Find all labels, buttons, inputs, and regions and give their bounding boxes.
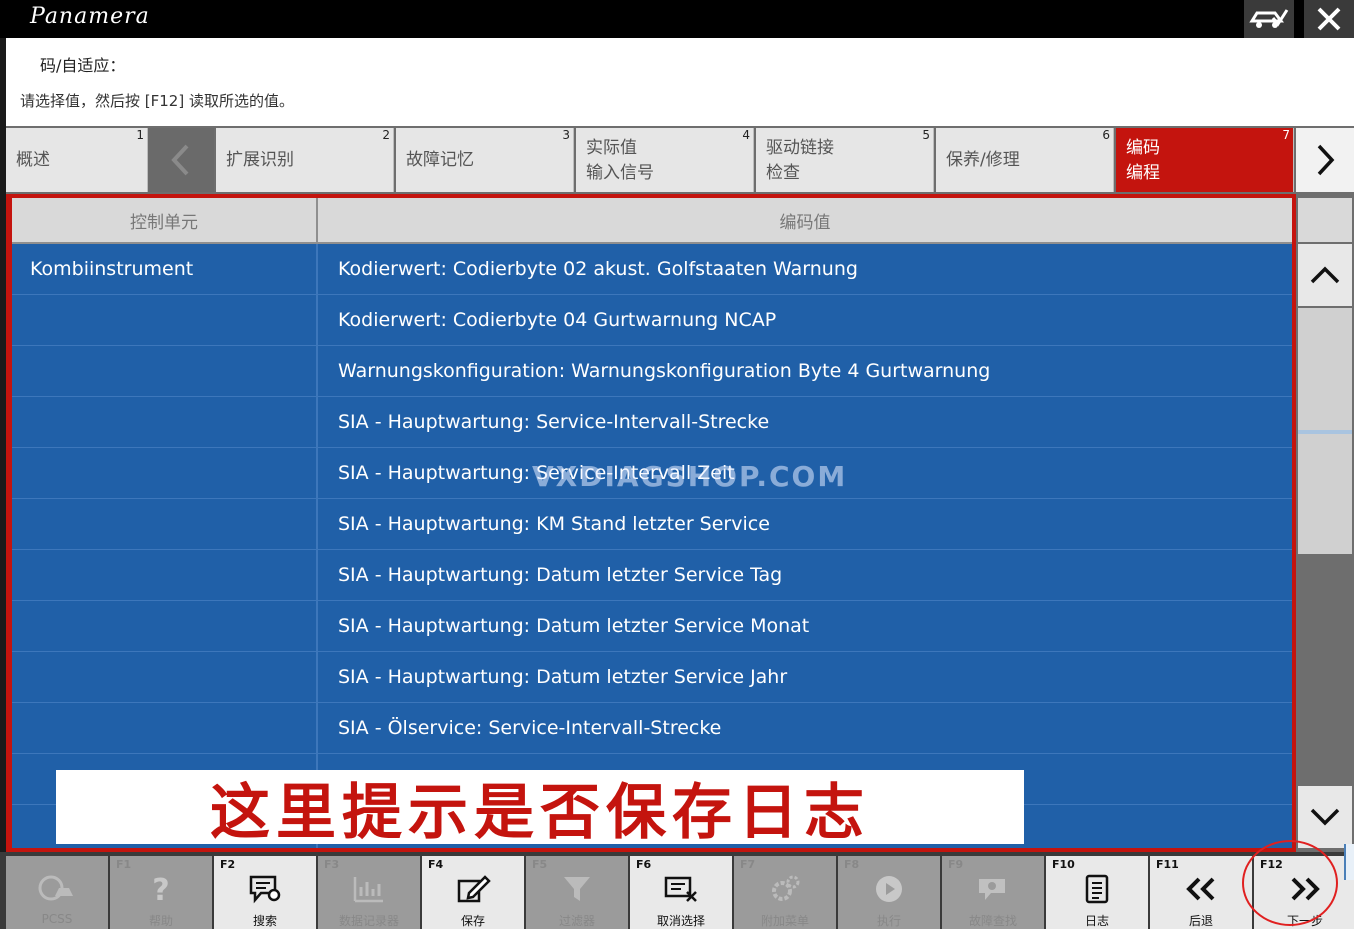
cell-coding-value: SIA - Hauptwartung: KM Stand letzter Ser… bbox=[338, 513, 770, 535]
side-panel-tab[interactable] bbox=[1344, 844, 1354, 880]
tab-next-button[interactable] bbox=[1296, 128, 1354, 192]
function-key-toolbar: PCSS F1 ? 帮助 F2 搜索 F3 数据记录器 F4 保存 F5 过滤器… bbox=[0, 852, 1354, 929]
vehicle-check-icon bbox=[1249, 9, 1289, 28]
tab-maintenance-repair[interactable]: 6 保养/修理 bbox=[936, 128, 1114, 192]
cell-control-unit bbox=[12, 346, 318, 396]
scroll-down-button[interactable] bbox=[1298, 786, 1352, 848]
search-button[interactable]: F2 搜索 bbox=[214, 856, 316, 929]
table-row[interactable]: SIA - Hauptwartung: Service-Intervall-St… bbox=[12, 397, 1292, 448]
cell-control-unit bbox=[12, 295, 318, 345]
cell-coding-value: SIA - Hauptwartung: Datum letzter Servic… bbox=[338, 564, 783, 586]
vertical-scrollbar[interactable] bbox=[1296, 194, 1354, 852]
page-title: 码/自适应： bbox=[40, 56, 126, 75]
cell-control-unit: Kombiinstrument bbox=[12, 244, 318, 294]
data-logger-button[interactable]: F3 数据记录器 bbox=[318, 856, 420, 929]
table-row[interactable]: SIA - Hauptwartung: Datum letzter Servic… bbox=[12, 550, 1292, 601]
watermark: VXDIAGSHOP.COM bbox=[532, 460, 848, 493]
tab-overview[interactable]: 1 概述 bbox=[6, 128, 148, 192]
table-row[interactable]: Kodierwert: Codierbyte 04 Gurtwarnung NC… bbox=[12, 295, 1292, 346]
video-caption: 这里提示是否保存日志 bbox=[56, 770, 1024, 848]
scrollbar-thumb[interactable] bbox=[1298, 430, 1352, 434]
table-row[interactable]: Kombiinstrument Kodierwert: Codierbyte 02… bbox=[12, 244, 1292, 295]
cell-coding-value: Kodierwert: Codierbyte 02 akust. Golfsta… bbox=[338, 258, 858, 280]
cell-control-unit bbox=[12, 703, 318, 753]
tab-extended-id[interactable]: 2 扩展识别 bbox=[216, 128, 394, 192]
table-row[interactable]: SIA - Ölservice: Service-Intervall-Strec… bbox=[12, 703, 1292, 754]
scroll-up-button[interactable] bbox=[1298, 244, 1352, 306]
save-edit-icon bbox=[457, 875, 491, 903]
coding-table: 控制单元 编码值 Kombiinstrument Kodierwert: Codi… bbox=[12, 198, 1292, 848]
content-frame: 控制单元 编码值 Kombiinstrument Kodierwert: Codi… bbox=[6, 194, 1296, 852]
filter-button[interactable]: F5 过滤器 bbox=[526, 856, 628, 929]
chevron-down-icon bbox=[1310, 808, 1340, 826]
save-button[interactable]: F4 保存 bbox=[422, 856, 524, 929]
cell-coding-value: SIA - Hauptwartung: Datum letzter Servic… bbox=[338, 666, 788, 688]
deselect-icon bbox=[664, 876, 697, 902]
cell-coding-value: Warnungskonfiguration: Warnungskonfigura… bbox=[338, 360, 991, 382]
highlight-circle bbox=[1242, 840, 1338, 926]
filter-icon bbox=[564, 877, 590, 901]
execute-button[interactable]: F8 执行 bbox=[838, 856, 940, 929]
tab-drive-link-check[interactable]: 5 驱动链接 检查 bbox=[756, 128, 934, 192]
title-bar: Panamera bbox=[0, 0, 1354, 38]
close-button[interactable] bbox=[1304, 0, 1354, 38]
double-chevron-left-icon bbox=[1186, 877, 1215, 901]
tab-coding-programming[interactable]: 7 编码 编程 bbox=[1116, 128, 1294, 192]
table-row[interactable]: SIA - Hauptwartung: KM Stand letzter Ser… bbox=[12, 499, 1292, 550]
play-icon bbox=[876, 876, 902, 902]
troubleshooting-button[interactable]: F9 故障查找 bbox=[942, 856, 1044, 929]
tab-back-button[interactable] bbox=[148, 128, 214, 192]
table-row[interactable]: SIA - Hauptwartung: Datum letzter Servic… bbox=[12, 601, 1292, 652]
log-icon bbox=[1085, 874, 1109, 904]
search-bubble-icon bbox=[249, 875, 281, 904]
vehicle-check-button[interactable] bbox=[1244, 0, 1294, 38]
table-row[interactable]: SIA - Hauptwartung: Datum letzter Servic… bbox=[12, 652, 1292, 703]
scrollbar-header-cap bbox=[1298, 198, 1352, 242]
cell-control-unit bbox=[12, 550, 318, 600]
cell-control-unit bbox=[12, 499, 318, 549]
troubleshoot-icon bbox=[979, 879, 1005, 900]
cell-control-unit bbox=[12, 448, 318, 498]
pcss-button[interactable]: PCSS bbox=[6, 856, 108, 929]
column-header-control-unit[interactable]: 控制单元 bbox=[12, 198, 318, 242]
cell-control-unit bbox=[12, 601, 318, 651]
page-header: 码/自适应： 请选择值，然后按 [F12] 读取所选的值。 bbox=[6, 38, 1354, 126]
cell-coding-value: Kodierwert: Codierbyte 04 Gurtwarnung NC… bbox=[338, 309, 777, 331]
chevron-left-icon bbox=[171, 144, 189, 176]
chevron-right-icon bbox=[1317, 144, 1335, 176]
additional-menu-button[interactable]: F7 附加菜单 bbox=[734, 856, 836, 929]
instruction-text: 请选择值，然后按 [F12] 读取所选的值。 bbox=[20, 92, 294, 110]
app-logo: Panamera bbox=[30, 4, 150, 29]
tab-bar: 1 概述 2 扩展识别 3 故障记忆 4 实际值 输入信号 5 驱动链接 检查 … bbox=[6, 126, 1354, 194]
tab-fault-memory[interactable]: 3 故障记忆 bbox=[396, 128, 574, 192]
back-button[interactable]: F11 后退 bbox=[1150, 856, 1252, 929]
cell-coding-value: SIA - Hauptwartung: Datum letzter Servic… bbox=[338, 615, 810, 637]
cell-coding-value: SIA - Ölservice: Service-Intervall-Strec… bbox=[338, 717, 722, 739]
chart-icon bbox=[353, 877, 383, 903]
cell-coding-value: SIA - Hauptwartung: Service-Intervall-St… bbox=[338, 411, 770, 433]
help-button[interactable]: F1 ? 帮助 bbox=[110, 856, 212, 929]
help-icon: ? bbox=[152, 873, 169, 906]
chevron-up-icon bbox=[1310, 266, 1340, 284]
close-icon bbox=[1317, 7, 1341, 31]
gear-icon bbox=[772, 875, 800, 901]
deselect-button[interactable]: F6 取消选择 bbox=[630, 856, 732, 929]
table-row[interactable]: Warnungskonfiguration: Warnungskonfigura… bbox=[12, 346, 1292, 397]
car-icon bbox=[38, 875, 73, 901]
tab-actual-values[interactable]: 4 实际值 输入信号 bbox=[576, 128, 754, 192]
svg-text:?: ? bbox=[152, 873, 169, 906]
log-button[interactable]: F10 日志 bbox=[1046, 856, 1148, 929]
table-header: 控制单元 编码值 bbox=[12, 198, 1292, 244]
column-header-coding-value[interactable]: 编码值 bbox=[318, 198, 1292, 242]
cell-control-unit bbox=[12, 397, 318, 447]
cell-control-unit bbox=[12, 652, 318, 702]
